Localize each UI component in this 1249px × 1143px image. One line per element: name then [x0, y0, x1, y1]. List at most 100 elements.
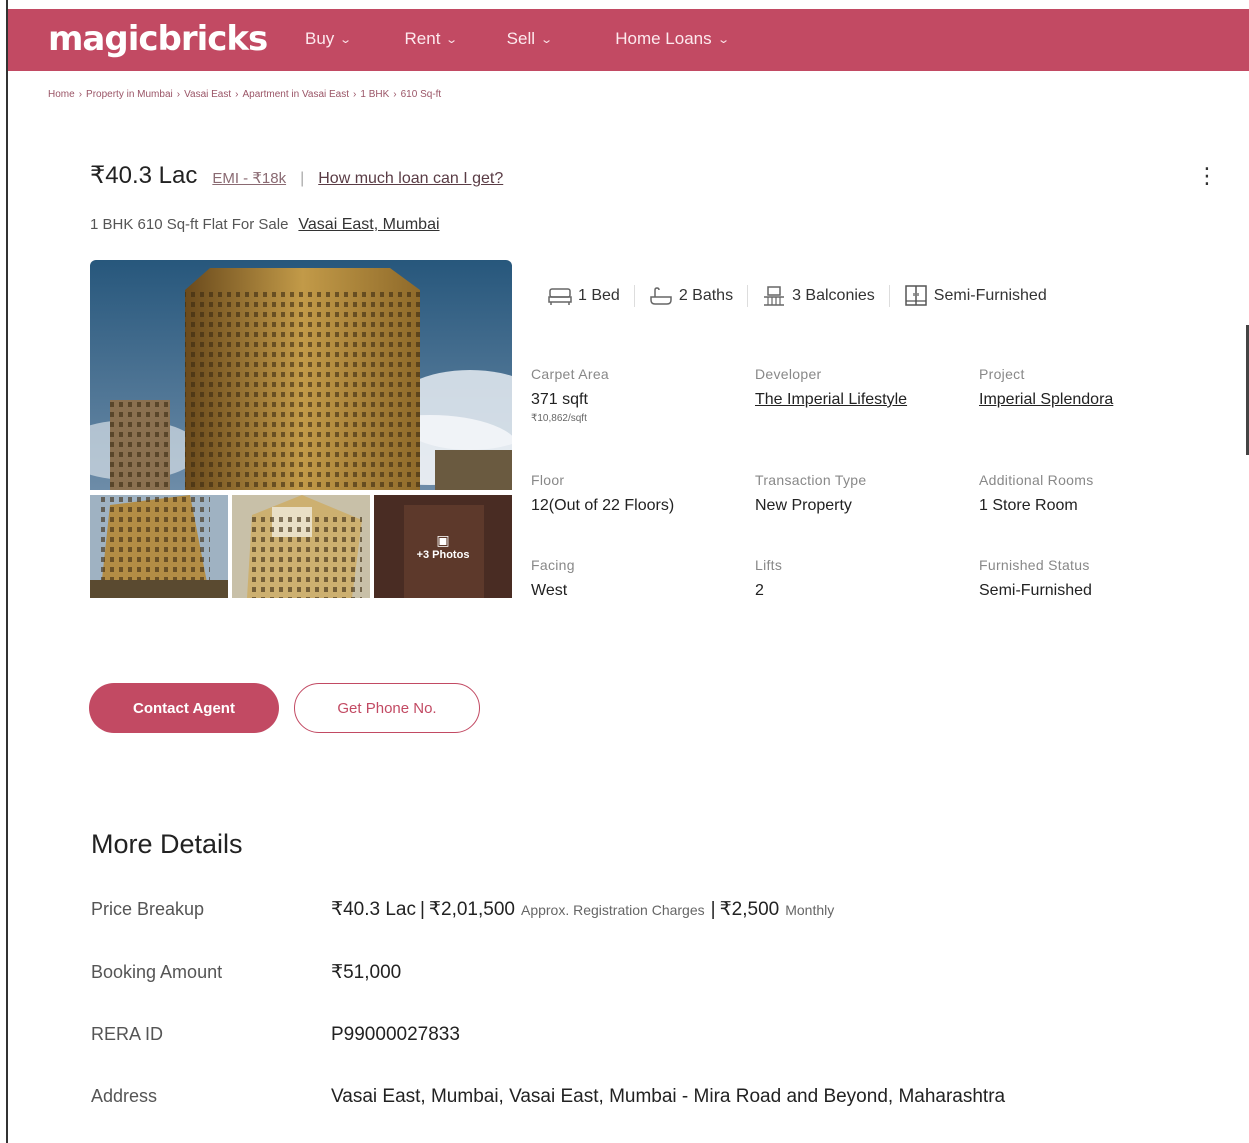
detail-label: Transaction Type	[755, 472, 867, 488]
price-breakup-price: ₹40.3 Lac	[331, 899, 416, 920]
nav-buy-label: Buy	[305, 29, 335, 48]
address-label: Address	[91, 1086, 158, 1106]
emi-link[interactable]: EMI - ₹18k	[212, 169, 286, 187]
more-photos-label: +3 Photos	[416, 548, 470, 561]
bath-icon	[650, 287, 672, 305]
detail-value: New Property	[755, 497, 852, 514]
booking-amount-value: ₹51,000	[331, 962, 402, 983]
breadcrumb-home[interactable]: Home	[48, 89, 75, 100]
nav-sell-label: Sell	[506, 29, 536, 48]
more-options-icon[interactable]: ⋮	[1196, 163, 1218, 189]
price-row: ₹40.3 Lac EMI - ₹18k | How much loan can…	[90, 161, 503, 190]
gallery-icon: ▣	[436, 531, 450, 548]
breadcrumb-bhk[interactable]: 1 BHK	[360, 89, 389, 100]
wardrobe-icon	[905, 285, 927, 306]
breadcrumb-apartment[interactable]: Apartment in Vasai East	[242, 89, 349, 100]
detail-value: 371 sqft	[531, 391, 588, 408]
detail-value: 2	[755, 582, 764, 599]
detail-carpet-area: Carpet Area 371 sqft ₹10,862/sqft	[531, 366, 741, 424]
gallery-thumbnail-3[interactable]: ▣ +3 Photos	[374, 495, 512, 598]
detail-label: Additional Rooms	[979, 472, 1094, 488]
breadcrumb-separator-icon: ›	[176, 89, 181, 100]
breadcrumb-vasai-east[interactable]: Vasai East	[184, 89, 231, 100]
nav-rent[interactable]: Rent ⌄	[404, 29, 459, 49]
divider	[747, 285, 749, 307]
divider: |	[300, 170, 305, 187]
listing-type: 1 BHK 610 Sq-ft Flat For Sale	[90, 216, 289, 233]
price-breakup-row: Price Breakup ₹40.3 Lac | ₹2,01,500 Appr…	[91, 898, 840, 921]
address-row: Address Vasai East, Mumbai, Vasai East, …	[91, 1086, 1005, 1108]
nav-rent-label: Rent	[404, 29, 441, 48]
monthly-charges-value: ₹2,500	[719, 899, 780, 920]
contact-agent-button[interactable]: Contact Agent	[89, 683, 279, 733]
breadcrumb-separator-icon: ›	[78, 89, 83, 100]
detail-developer: Developer The Imperial Lifestyle	[755, 366, 965, 409]
listing-location-link[interactable]: Vasai East, Mumbai	[298, 216, 439, 234]
listing-subtitle: 1 BHK 610 Sq-ft Flat For Sale Vasai East…	[90, 216, 440, 234]
building-thumbnail-image	[90, 495, 228, 598]
gallery-thumbnail-1[interactable]	[90, 495, 228, 598]
more-photos-overlay[interactable]: ▣ +3 Photos	[374, 495, 512, 598]
amenity-bed: 1 Bed	[548, 286, 620, 306]
rera-id-label: RERA ID	[91, 1024, 164, 1044]
detail-furnished-status: Furnished Status Semi-Furnished	[979, 557, 1189, 600]
gallery-thumbnail-2[interactable]	[232, 495, 370, 598]
amenity-furnishing-label: Semi-Furnished	[933, 287, 1047, 304]
detail-label: Furnished Status	[979, 557, 1090, 573]
amenity-furnishing: Semi-Furnished	[904, 285, 1047, 307]
price-per-sqft: ₹10,862/sqft	[531, 413, 587, 424]
detail-facing: Facing West	[531, 557, 741, 600]
amenity-bed-label: 1 Bed	[578, 287, 620, 304]
divider: |	[419, 899, 425, 920]
detail-additional-rooms: Additional Rooms 1 Store Room	[979, 472, 1189, 515]
detail-lifts: Lifts 2	[755, 557, 965, 600]
rera-id-value: P99000027833	[331, 1024, 460, 1045]
listing-price: ₹40.3 Lac	[90, 162, 198, 189]
detail-project: Project Imperial Splendora	[979, 366, 1189, 409]
detail-value: Semi-Furnished	[979, 582, 1092, 599]
breadcrumb-area: 610 Sq-ft	[400, 89, 442, 100]
detail-label: Lifts	[755, 557, 783, 573]
divider	[633, 285, 635, 307]
main-nav: Buy ⌄ Rent ⌄ Sell ⌄ Home Loans ⌄	[298, 29, 730, 49]
window-border	[6, 0, 8, 1143]
detail-label: Carpet Area	[531, 366, 610, 382]
get-phone-button[interactable]: Get Phone No.	[294, 683, 480, 733]
breadcrumb-separator-icon: ›	[235, 89, 239, 100]
nav-sell[interactable]: Sell ⌄	[506, 29, 554, 49]
monthly-charges-note: Monthly	[785, 902, 835, 918]
main-property-photo[interactable]	[90, 260, 512, 490]
chevron-down-icon: ⌄	[716, 33, 730, 46]
developer-link[interactable]: The Imperial Lifestyle	[755, 391, 965, 409]
magicbricks-logo[interactable]: magicbricks	[48, 19, 268, 59]
detail-value: West	[531, 582, 568, 599]
building-aerial-thumbnail-image	[232, 495, 370, 598]
amenities-bar: 1 Bed 2 Baths 3 Balconies Semi-Furnished	[548, 285, 1047, 307]
detail-label: Floor	[531, 472, 565, 488]
building-photo-image	[90, 260, 512, 490]
detail-label: Project	[979, 366, 1025, 382]
nav-buy[interactable]: Buy ⌄	[305, 29, 353, 49]
breadcrumb-separator-icon: ›	[393, 89, 397, 100]
project-link[interactable]: Imperial Splendora	[979, 391, 1189, 409]
chevron-down-icon: ⌄	[339, 33, 353, 46]
address-value: Vasai East, Mumbai, Vasai East, Mumbai -…	[331, 1086, 1006, 1107]
amenity-balconies: 3 Balconies	[762, 286, 875, 306]
detail-value: 12(Out of 22 Floors)	[531, 497, 675, 514]
detail-value: 1 Store Room	[979, 497, 1078, 514]
detail-label: Facing	[531, 557, 575, 573]
booking-amount-row: Booking Amount ₹51,000	[91, 961, 401, 984]
chevron-down-icon: ⌄	[540, 33, 554, 46]
breadcrumb-property-in-mumbai[interactable]: Property in Mumbai	[86, 89, 173, 100]
booking-amount-label: Booking Amount	[91, 962, 223, 982]
breadcrumb-separator-icon: ›	[353, 89, 357, 100]
chevron-down-icon: ⌄	[445, 33, 459, 46]
registration-charges-value: ₹2,01,500	[428, 899, 515, 920]
divider: |	[710, 899, 716, 920]
amenity-balconies-label: 3 Balconies	[792, 287, 875, 304]
nav-home-loans[interactable]: Home Loans ⌄	[615, 29, 730, 49]
divider	[888, 285, 890, 307]
loan-eligibility-link[interactable]: How much loan can I get?	[318, 170, 503, 188]
top-navbar: magicbricks Buy ⌄ Rent ⌄ Sell ⌄ Home Loa…	[8, 9, 1249, 71]
price-breakup-label: Price Breakup	[91, 899, 205, 919]
